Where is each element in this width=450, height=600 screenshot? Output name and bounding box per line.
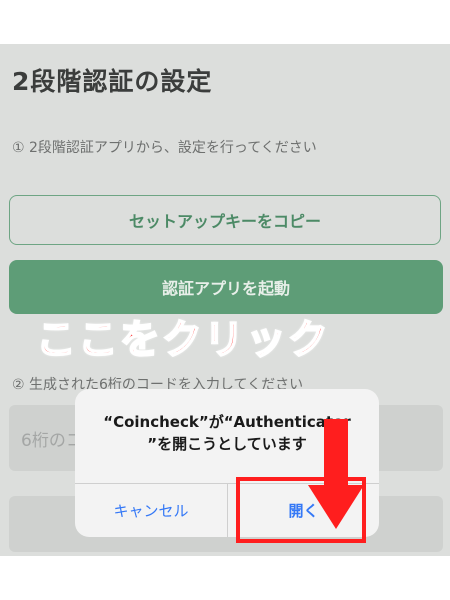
page-title: 2段階認証の設定 (12, 67, 213, 96)
click-here-callout: ここをクリック (35, 316, 330, 364)
dialog-cancel-button[interactable]: キャンセル (75, 484, 227, 537)
step-1-instruction: ① 2段階認証アプリから、設定を行ってください (12, 140, 317, 156)
launch-auth-app-button[interactable]: 認証アプリを起動 (9, 260, 443, 314)
open-button-highlight (236, 477, 366, 543)
app-screen: 2段階認証の設定 ① 2段階認証アプリから、設定を行ってください セットアップキ… (0, 44, 450, 556)
copy-setup-key-button[interactable]: セットアップキーをコピー (9, 195, 441, 245)
